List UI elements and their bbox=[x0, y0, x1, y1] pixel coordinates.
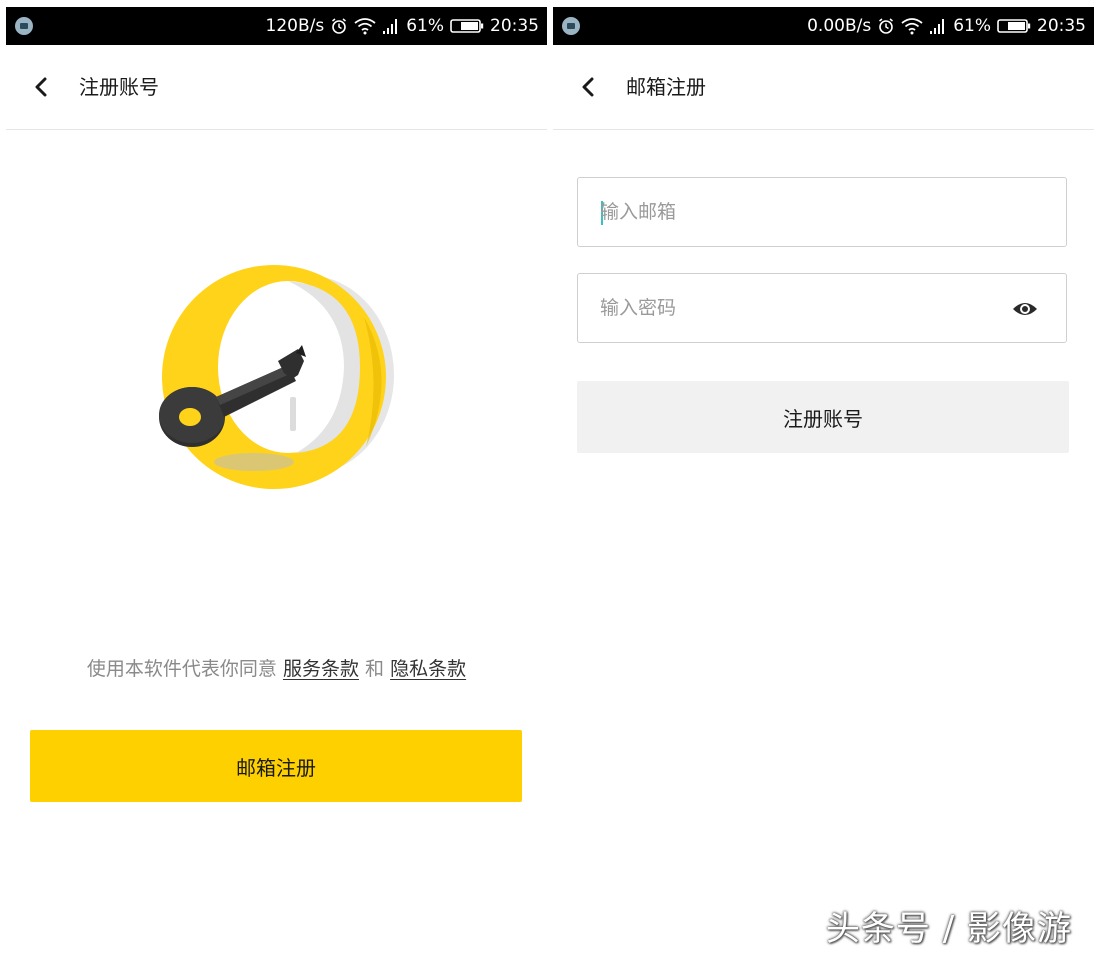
page: 120B/s 61% 20:35 注册账号 使用本软件代表你同意 服务条款 和 … bbox=[0, 0, 1100, 960]
battery-percent: 61% bbox=[406, 16, 444, 36]
email-input[interactable] bbox=[600, 178, 1000, 246]
privacy-terms-link[interactable]: 隐私条款 bbox=[390, 658, 466, 680]
password-field-container bbox=[577, 273, 1067, 343]
back-arrow-icon bbox=[35, 77, 47, 97]
status-indicators: 120B/s 61% 20:35 bbox=[266, 7, 540, 45]
password-input[interactable] bbox=[600, 274, 1000, 342]
wifi-icon bbox=[901, 18, 923, 35]
alarm-icon bbox=[332, 18, 347, 34]
battery-percent: 61% bbox=[953, 16, 991, 36]
clock: 20:35 bbox=[490, 16, 539, 36]
app-header: 注册账号 bbox=[6, 45, 547, 130]
status-bar: 120B/s 61% 20:35 bbox=[6, 7, 547, 45]
terms-prefix: 使用本软件代表你同意 bbox=[86, 658, 277, 680]
clock: 20:35 bbox=[1037, 16, 1086, 36]
network-speed: 0.00B/s bbox=[807, 16, 872, 36]
service-terms-link[interactable]: 服务条款 bbox=[283, 658, 359, 680]
email-field-container bbox=[577, 177, 1067, 247]
signal-icon bbox=[383, 19, 398, 34]
notification-app-icon bbox=[562, 17, 580, 35]
terms-conjunction: 和 bbox=[365, 658, 385, 680]
back-button[interactable] bbox=[575, 73, 601, 101]
alarm-icon bbox=[879, 18, 894, 34]
email-register-button[interactable]: 邮箱注册 bbox=[30, 730, 522, 802]
signal-icon bbox=[930, 19, 945, 34]
back-arrow-icon bbox=[582, 77, 594, 97]
key-illustration bbox=[159, 265, 394, 489]
battery-icon bbox=[450, 19, 484, 33]
watermark: 头条号 / 影像游 bbox=[825, 909, 1072, 949]
page-title: 邮箱注册 bbox=[626, 75, 706, 99]
register-account-screen: 120B/s 61% 20:35 注册账号 使用本软件代表你同意 服务条款 和 … bbox=[6, 7, 547, 960]
register-account-button[interactable]: 注册账号 bbox=[577, 381, 1069, 453]
status-bar: 0.00B/s 61% 20:35 bbox=[553, 7, 1094, 45]
page-title: 注册账号 bbox=[79, 75, 159, 99]
toggle-password-visibility-button[interactable] bbox=[1012, 298, 1038, 320]
status-indicators: 0.00B/s 61% 20:35 bbox=[807, 7, 1086, 45]
notification-app-icon bbox=[15, 17, 33, 35]
eye-icon bbox=[1013, 303, 1037, 315]
back-button[interactable] bbox=[28, 73, 54, 101]
terms-agreement: 使用本软件代表你同意 服务条款 和 隐私条款 bbox=[6, 656, 547, 682]
battery-icon bbox=[997, 19, 1031, 33]
email-register-screen: 0.00B/s 61% 20:35 邮箱注册 输入邮箱 注册账号 头条号 / 影… bbox=[553, 7, 1094, 960]
app-header: 邮箱注册 bbox=[553, 45, 1094, 130]
network-speed: 120B/s bbox=[265, 16, 325, 36]
wifi-icon bbox=[354, 18, 376, 35]
